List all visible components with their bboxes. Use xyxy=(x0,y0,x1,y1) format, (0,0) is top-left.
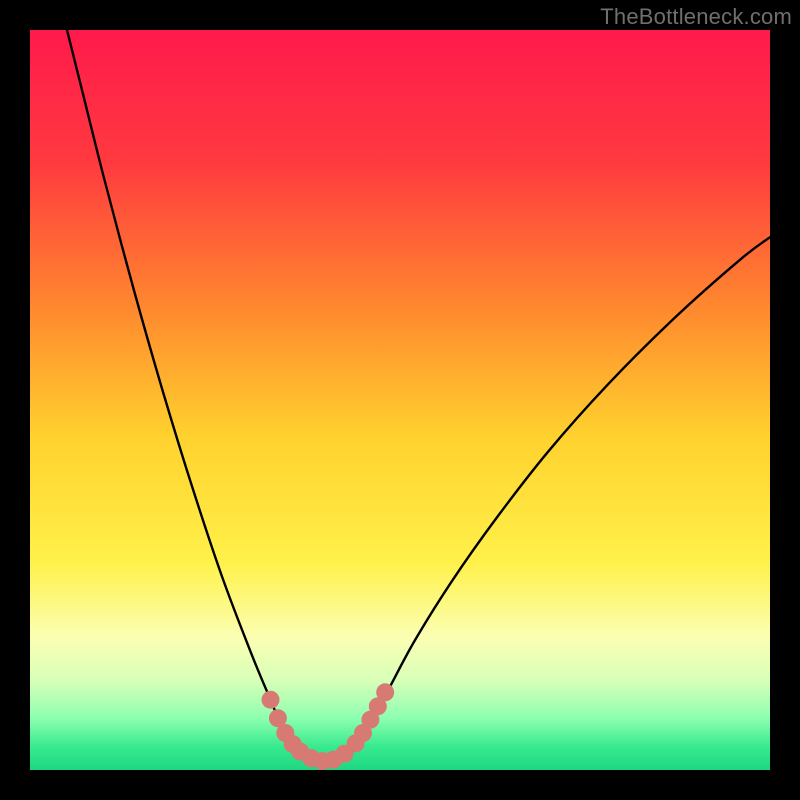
highlight-dot xyxy=(376,683,394,701)
watermark-text: TheBottleneck.com xyxy=(600,4,792,30)
outer-frame: TheBottleneck.com xyxy=(0,0,800,800)
highlight-dot xyxy=(262,691,280,709)
gradient-background xyxy=(30,30,770,770)
chart-svg xyxy=(30,30,770,770)
plot-area xyxy=(30,30,770,770)
